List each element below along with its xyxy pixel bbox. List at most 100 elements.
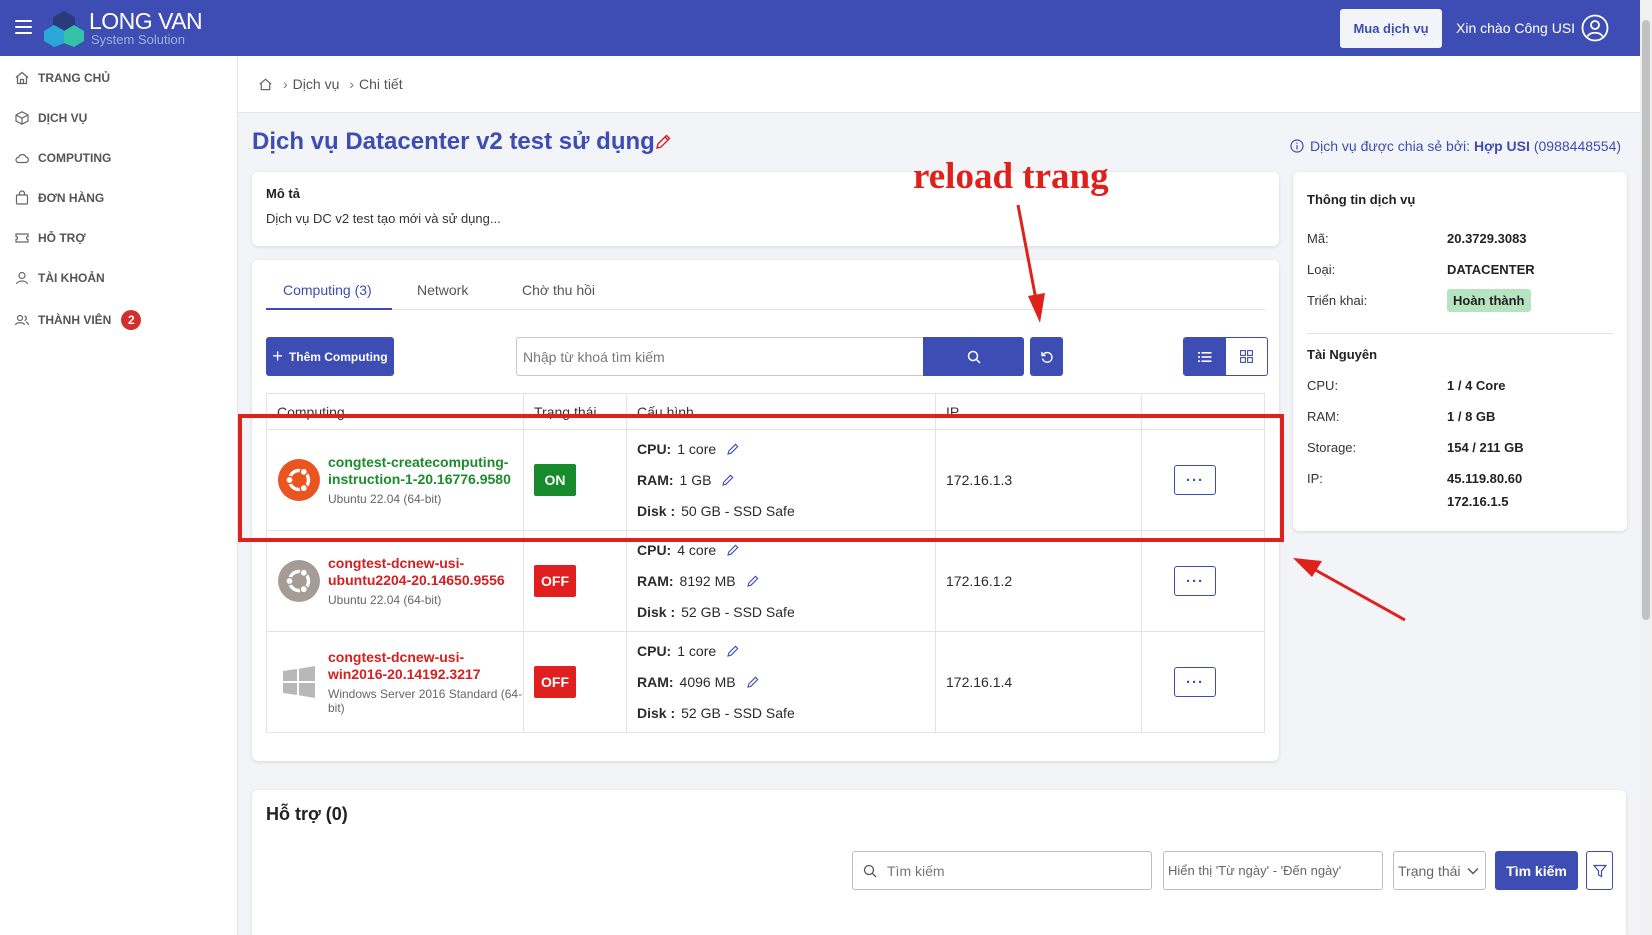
column-ip: IP bbox=[935, 393, 1142, 430]
more-actions-button[interactable]: ··· bbox=[1174, 566, 1216, 596]
shared-by-label: Dịch vụ được chia sẻ bởi: bbox=[1310, 138, 1471, 154]
computing-os: Ubuntu 22.04 (64-bit) bbox=[328, 492, 442, 506]
search-button[interactable] bbox=[923, 337, 1024, 376]
tab-computing[interactable]: Computing (3) bbox=[283, 282, 372, 298]
reload-button[interactable] bbox=[1030, 337, 1063, 376]
table-row: congtest-dcnew-usi-ubuntu2204-20.14650.9… bbox=[266, 530, 1265, 632]
info-row-storage: Storage: 154 / 211 GB bbox=[1307, 440, 1524, 455]
sidebar: TRANG CHỦ DỊCH VỤ COMPUTING ĐƠN HÀNG HỖ … bbox=[0, 56, 238, 935]
menu-icon[interactable] bbox=[15, 20, 32, 34]
support-search-placeholder: Tìm kiếm bbox=[887, 862, 945, 879]
computing-cell: congtest-createcomputing-instruction-1-2… bbox=[266, 429, 524, 531]
filter-button[interactable] bbox=[1586, 851, 1613, 890]
ubuntu-icon bbox=[278, 560, 320, 602]
users-icon bbox=[14, 314, 30, 326]
divider bbox=[1307, 333, 1613, 334]
info-key: CPU: bbox=[1307, 378, 1339, 393]
ubuntu-icon bbox=[278, 459, 320, 501]
edit-icon[interactable] bbox=[726, 442, 740, 456]
edit-icon[interactable] bbox=[721, 473, 735, 487]
description-card: Mô tả Dịch vụ DC v2 test tạo mới và sử d… bbox=[252, 172, 1279, 246]
edit-icon[interactable] bbox=[654, 133, 672, 151]
actions-cell: ··· bbox=[1141, 530, 1265, 632]
disk-value: 52 GB - SSD Safe bbox=[681, 603, 795, 620]
sidebar-item-label: HỖ TRỢ bbox=[38, 231, 86, 245]
info-key: RAM: bbox=[1307, 409, 1340, 424]
list-icon bbox=[1197, 351, 1212, 362]
table-row: congtest-dcnew-usi-win2016-20.14192.3217… bbox=[266, 631, 1265, 733]
grid-view-button[interactable] bbox=[1226, 338, 1268, 375]
sidebar-item-account[interactable]: TÀI KHOẢN bbox=[14, 270, 105, 286]
home-icon[interactable] bbox=[258, 77, 273, 92]
chevron-right-icon: › bbox=[349, 76, 355, 92]
tab-pending-recall[interactable]: Chờ thu hồi bbox=[522, 282, 595, 298]
date-range-input[interactable]: Hiển thị 'Từ ngày' - 'Đến ngày' bbox=[1163, 851, 1383, 890]
support-search-input[interactable]: Tìm kiếm bbox=[852, 851, 1152, 890]
active-tab-indicator bbox=[266, 308, 392, 310]
search-icon bbox=[863, 864, 877, 877]
info-key: Mã: bbox=[1307, 231, 1329, 246]
actions-cell: ··· bbox=[1141, 631, 1265, 733]
sidebar-item-services[interactable]: DỊCH VỤ bbox=[14, 110, 87, 126]
info-value: 154 / 211 GB bbox=[1447, 440, 1524, 455]
computing-cell: congtest-dcnew-usi-win2016-20.14192.3217… bbox=[266, 631, 524, 733]
computing-name[interactable]: congtest-dcnew-usi-win2016-20.14192.3217 bbox=[328, 649, 523, 683]
home-icon bbox=[15, 71, 29, 85]
account-icon[interactable] bbox=[1581, 14, 1609, 42]
edit-icon[interactable] bbox=[746, 675, 760, 689]
edit-icon[interactable] bbox=[726, 644, 740, 658]
description-heading: Mô tả bbox=[266, 186, 300, 201]
add-computing-button[interactable]: + Thêm Computing bbox=[266, 337, 394, 376]
cpu-label: CPU: bbox=[637, 541, 672, 558]
ram-value: 4096 MB bbox=[679, 673, 736, 690]
tab-bar: Computing (3) Network Chờ thu hồi bbox=[266, 270, 1265, 310]
grid-icon bbox=[1239, 350, 1253, 363]
list-view-button[interactable] bbox=[1184, 338, 1226, 375]
description-text: Dịch vụ DC v2 test tạo mới và sử dụng... bbox=[266, 211, 501, 226]
logo-text: LONG VAN System Solution bbox=[89, 10, 203, 47]
sidebar-item-members[interactable]: THÀNH VIÊN 2 bbox=[14, 310, 142, 330]
config-cell: CPU: 1 core RAM: 1 GB Disk : 50 GB - SSD Sa… bbox=[626, 429, 936, 531]
tab-network[interactable]: Network bbox=[417, 282, 468, 298]
sidebar-item-label: TÀI KHOẢN bbox=[38, 271, 105, 285]
ip-cell: 172.16.1.2 bbox=[935, 530, 1142, 632]
disk-value: 50 GB - SSD Safe bbox=[681, 502, 795, 519]
computing-name[interactable]: congtest-dcnew-usi-ubuntu2204-20.14650.9… bbox=[328, 555, 523, 589]
breadcrumb-services[interactable]: Dịch vụ bbox=[293, 76, 340, 92]
ip-cell: 172.16.1.3 bbox=[935, 429, 1142, 531]
user-greeting[interactable]: Xin chào Công USI bbox=[1456, 20, 1575, 36]
edit-icon[interactable] bbox=[746, 574, 760, 588]
page-scrollbar[interactable] bbox=[1640, 0, 1652, 935]
add-computing-label: Thêm Computing bbox=[288, 349, 388, 364]
config-cell: CPU: 1 core RAM: 4096 MB Disk : 52 GB - SSD… bbox=[626, 631, 936, 733]
edit-icon[interactable] bbox=[726, 543, 740, 557]
cpu-label: CPU: bbox=[637, 440, 672, 457]
annotation-label: reload trang bbox=[913, 156, 1109, 197]
computing-os: Ubuntu 22.04 (64-bit) bbox=[328, 593, 442, 607]
status-cell: OFF bbox=[523, 530, 627, 632]
sidebar-item-home[interactable]: TRANG CHỦ bbox=[14, 70, 110, 86]
more-actions-button[interactable]: ··· bbox=[1174, 667, 1216, 697]
page-title: Dịch vụ Datacenter v2 test sử dụng bbox=[252, 128, 655, 155]
sidebar-item-support[interactable]: HỖ TRỢ bbox=[14, 230, 86, 246]
breadcrumb-detail: Chi tiết bbox=[359, 76, 403, 92]
scrollbar-thumb[interactable] bbox=[1642, 20, 1650, 620]
more-actions-button[interactable]: ··· bbox=[1174, 465, 1216, 495]
sidebar-item-orders[interactable]: ĐƠN HÀNG bbox=[14, 190, 104, 206]
user-icon bbox=[15, 271, 29, 285]
sidebar-item-computing[interactable]: COMPUTING bbox=[14, 150, 111, 166]
chevron-right-icon: › bbox=[283, 76, 288, 92]
info-row-code: Mã: 20.3729.3083 bbox=[1307, 231, 1527, 246]
computing-name[interactable]: congtest-createcomputing-instruction-1-2… bbox=[328, 454, 523, 488]
bag-icon bbox=[15, 190, 29, 205]
status-select[interactable]: Trạng thái bbox=[1393, 851, 1486, 890]
status-cell: OFF bbox=[523, 631, 627, 733]
windows-icon bbox=[283, 666, 315, 698]
support-search-button[interactable]: Tìm kiếm bbox=[1495, 851, 1578, 890]
computing-card: Computing (3) Network Chờ thu hồi + Thêm … bbox=[252, 260, 1279, 761]
info-row-type: Loại: DATACENTER bbox=[1307, 262, 1535, 277]
disk-label: Disk : bbox=[637, 502, 676, 519]
search-input[interactable] bbox=[516, 337, 923, 376]
cpu-value: 1 core bbox=[677, 440, 717, 457]
buy-service-button[interactable]: Mua dịch vụ bbox=[1340, 9, 1442, 48]
